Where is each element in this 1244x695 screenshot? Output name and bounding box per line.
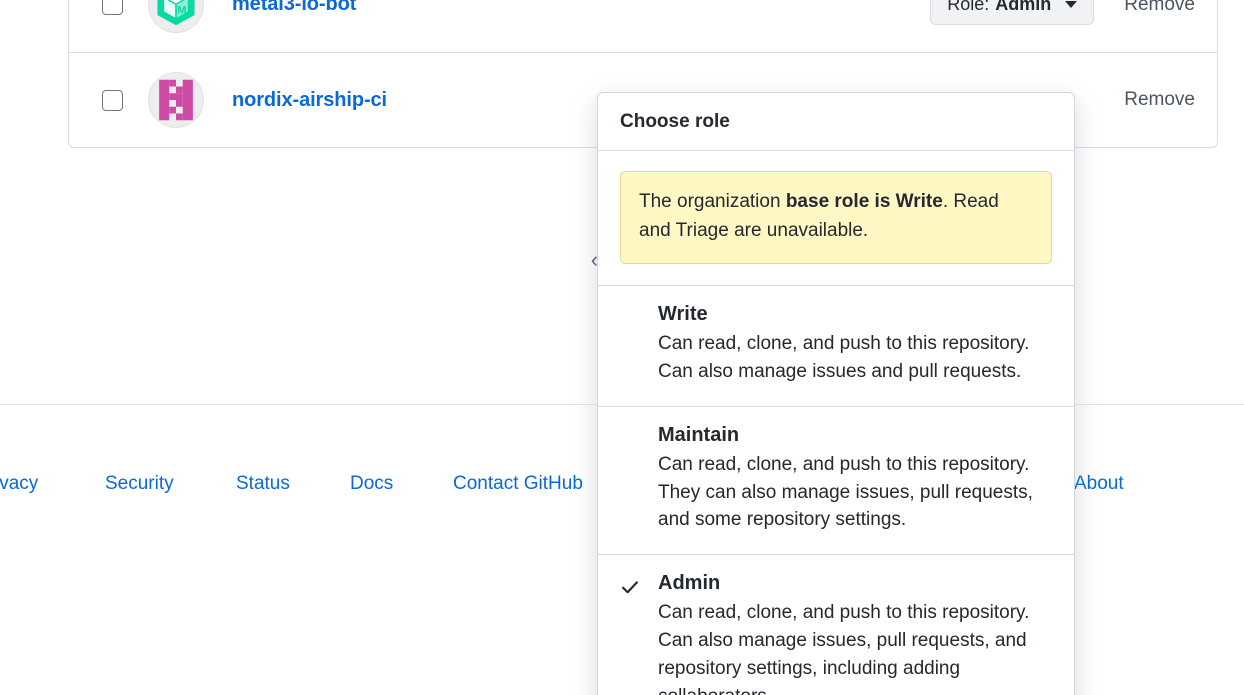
check-placeholder [620, 424, 658, 429]
remove-collaborator-link[interactable]: Remove [1124, 0, 1195, 16]
collaborator-name-link[interactable]: metal3-io-bot [232, 0, 356, 16]
role-option-maintain[interactable]: Maintain Can read, clone, and push to th… [598, 407, 1074, 556]
collaborator-name-link[interactable]: nordix-airship-ci [232, 89, 387, 112]
role-menu-flash-wrapper: The organization base role is Write. Rea… [598, 151, 1074, 286]
role-option-body: Admin Can read, clone, and push to this … [658, 572, 1052, 695]
row-actions: Role: Admin Remove [930, 0, 1195, 25]
role-option-body: Write Can read, clone, and push to this … [658, 303, 1052, 386]
role-option-admin[interactable]: Admin Can read, clone, and push to this … [598, 555, 1074, 695]
role-option-description: Can read, clone, and push to this reposi… [658, 332, 1030, 382]
role-option-body: Maintain Can read, clone, and push to th… [658, 424, 1052, 535]
footer-link-about[interactable]: About [1074, 473, 1124, 495]
svg-text:M: M [177, 4, 186, 16]
role-option-description: Can read, clone, and push to this reposi… [658, 453, 1033, 531]
remove-collaborator-link[interactable]: Remove [1124, 89, 1195, 111]
role-button-prefix: Role: [947, 0, 990, 14]
base-role-notice: The organization base role is Write. Rea… [620, 171, 1052, 264]
row-select-checkbox[interactable] [102, 0, 123, 15]
role-dropdown-menu: Choose role The organization base role i… [597, 92, 1075, 695]
notice-text-bold: base role is Write [785, 191, 943, 212]
role-menu-title: Choose role [598, 93, 1074, 151]
footer-link-privacy[interactable]: Privacy [0, 473, 38, 495]
role-option-title: Admin [658, 572, 721, 595]
row-select-checkbox[interactable] [102, 89, 123, 111]
role-button-value: Admin [995, 0, 1052, 14]
footer-link-security[interactable]: Security [105, 473, 174, 495]
metal3-cube-avatar: M [148, 0, 204, 33]
chevron-down-icon [1065, 1, 1078, 8]
nordix-identicon-avatar [148, 72, 204, 128]
role-dropdown-button[interactable]: Role: Admin [930, 0, 1095, 25]
footer-link-contact-github[interactable]: Contact GitHub [453, 473, 583, 495]
check-icon [620, 572, 658, 597]
role-option-description: Can read, clone, and push to this reposi… [658, 602, 1030, 695]
role-option-write[interactable]: Write Can read, clone, and push to this … [598, 286, 1074, 407]
page-root: M metal3-io-bot Role: Admin Remove nordi… [0, 0, 1244, 695]
role-option-title: Maintain [658, 423, 740, 446]
footer-link-status[interactable]: Status [236, 473, 290, 495]
check-placeholder [620, 303, 658, 308]
notice-text-before: The organization [639, 191, 786, 212]
role-option-title: Write [658, 302, 708, 325]
footer-link-docs[interactable]: Docs [350, 473, 393, 495]
table-row: M metal3-io-bot Role: Admin Remove [69, 0, 1217, 52]
